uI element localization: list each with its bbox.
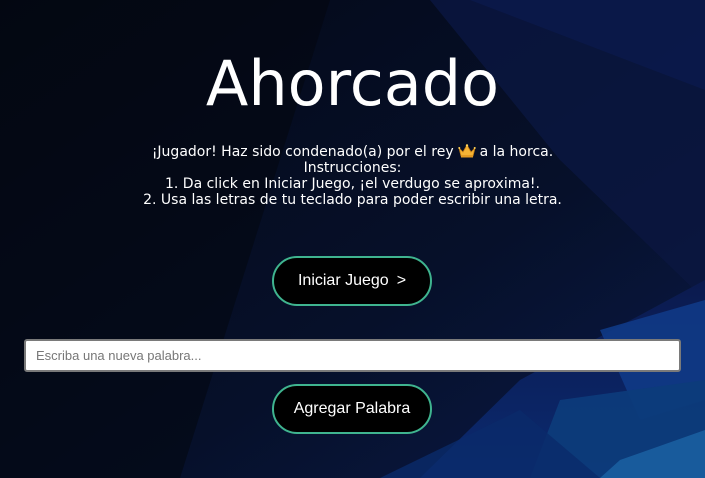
instructions-line-1: ¡Jugador! Haz sido condenado(a) por el r… [0,144,705,160]
page-title: Ahorcado [205,47,500,120]
chevron-right-icon: > [396,272,407,289]
crown-icon [457,144,476,158]
instructions-step-2: 2. Usa las letras de tu teclado para pod… [143,192,562,208]
add-word-label: Agregar Palabra [293,400,411,417]
instructions-step-1: 1. Da click en Iniciar Juego, ¡el verdug… [164,176,540,192]
add-word-button[interactable]: Agregar Palabra [272,384,432,434]
start-game-button[interactable]: Iniciar Juego > [272,256,432,306]
instructions-intro-end: a la horca. [479,144,554,160]
instructions-heading: Instrucciones: [303,160,402,176]
instructions-intro: ¡Jugador! Haz sido condenado(a) por el r… [151,144,454,160]
main-content: Ahorcado ¡Jugador! Haz sido condenado(a)… [0,0,705,478]
instructions-block: ¡Jugador! Haz sido condenado(a) por el r… [0,144,705,208]
new-word-input[interactable] [24,339,681,372]
start-game-label: Iniciar Juego [297,272,389,289]
